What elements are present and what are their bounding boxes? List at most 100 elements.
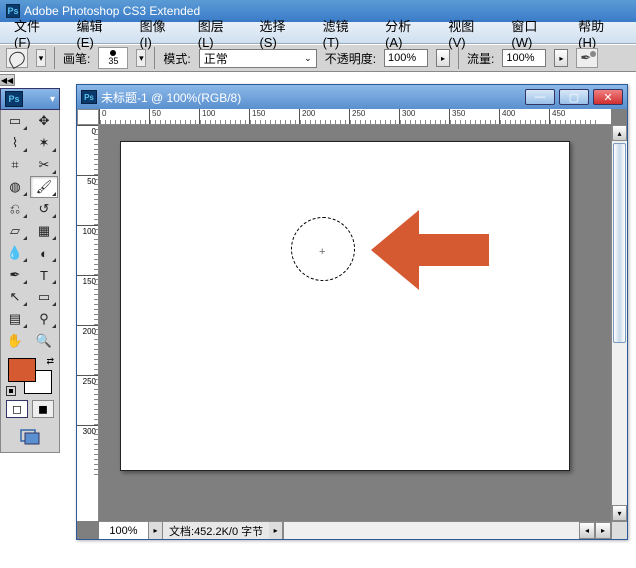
blend-mode-select[interactable]: 正常 ⌄ xyxy=(199,49,317,68)
scroll-up-button[interactable]: ▴ xyxy=(612,125,627,141)
menu-view[interactable]: 视图(V) xyxy=(438,14,501,52)
resize-handle[interactable] xyxy=(611,521,627,539)
move-tool[interactable]: ✥ xyxy=(30,110,58,132)
healing-brush-tool[interactable]: ◍ xyxy=(1,176,29,198)
collapse-arrows-icon: ◀◀ xyxy=(1,76,13,85)
menu-edit[interactable]: 编辑(E) xyxy=(66,14,129,52)
minimize-button[interactable]: — xyxy=(525,89,555,105)
ruler-tick: 100 xyxy=(77,225,98,275)
opacity-slider-button[interactable]: ▸ xyxy=(436,49,450,67)
separator xyxy=(154,47,155,69)
brush-picker[interactable]: 35 xyxy=(98,47,128,69)
maximize-button[interactable]: ▢ xyxy=(559,89,589,105)
crop-tool[interactable]: ⌗ xyxy=(1,154,29,176)
scroll-left-button[interactable]: ◂ xyxy=(579,522,595,539)
menu-image[interactable]: 图像(I) xyxy=(130,14,188,52)
document-title: 未标题-1 @ 100%(RGB/8) xyxy=(101,89,241,106)
zoom-value: 100% xyxy=(109,525,137,537)
status-bar: 100% ▸ 文档:452.2K/0 字节 ▸ ◂ ▸ xyxy=(99,521,611,539)
eraser-tool[interactable]: ▱ xyxy=(1,220,29,242)
shape-tool[interactable]: ▭ xyxy=(30,286,58,308)
lasso-tool[interactable]: ⌇ xyxy=(1,132,29,154)
tool-preset-picker[interactable] xyxy=(6,48,28,68)
panel-collapse-handle[interactable]: ◀◀ xyxy=(0,74,15,86)
scroll-right-button[interactable]: ▸ xyxy=(595,522,611,539)
swap-colors-icon[interactable]: ⇄ xyxy=(46,356,54,367)
ruler-corner[interactable] xyxy=(77,109,99,125)
pen-tool[interactable]: ✒ xyxy=(1,264,29,286)
slice-tool[interactable]: ✂ xyxy=(30,154,58,176)
separator xyxy=(54,47,55,69)
flow-input[interactable]: 100% xyxy=(502,49,546,67)
ruler-tick: 200 xyxy=(77,325,98,375)
crosshair-cursor-icon: + xyxy=(319,246,325,258)
path-select-tool[interactable]: ↖ xyxy=(1,286,29,308)
close-button[interactable]: ✕ xyxy=(593,89,623,105)
document-window: Ps 未标题-1 @ 100%(RGB/8) — ▢ ✕ 0 50 100 15… xyxy=(76,84,628,540)
status-dropdown[interactable]: ▸ xyxy=(269,522,283,539)
photoshop-mini-icon: Ps xyxy=(5,91,23,107)
foreground-color-swatch[interactable] xyxy=(8,358,36,382)
screen-mode-button[interactable] xyxy=(19,426,41,448)
status-text: 文档:452.2K/0 字节 xyxy=(163,523,269,539)
zoom-dropdown[interactable]: ▸ xyxy=(149,522,163,539)
ruler-tick: 150 xyxy=(77,275,98,325)
zoom-level-input[interactable]: 100% xyxy=(99,522,149,539)
flow-slider-button[interactable]: ▸ xyxy=(554,49,568,67)
eyedropper-tool[interactable]: ⚲ xyxy=(30,308,58,330)
menu-window[interactable]: 窗口(W) xyxy=(501,14,568,52)
notes-tool[interactable]: ▤ xyxy=(1,308,29,330)
flow-value: 100% xyxy=(506,52,534,64)
menu-file[interactable]: 文件(F) xyxy=(4,14,66,52)
gradient-tool[interactable]: ▦ xyxy=(30,220,58,242)
scroll-track[interactable] xyxy=(612,141,627,505)
brush-label: 画笔: xyxy=(63,50,90,67)
hand-tool[interactable]: ✋ xyxy=(1,330,29,352)
scroll-down-button[interactable]: ▾ xyxy=(612,505,627,521)
tool-preset-dropdown[interactable]: ▾ xyxy=(36,49,46,67)
standard-mode-button[interactable]: ◻ xyxy=(6,400,28,418)
color-swatches: ⇄ xyxy=(8,358,52,394)
marquee-tool[interactable]: ▭ xyxy=(1,110,29,132)
document-titlebar[interactable]: Ps 未标题-1 @ 100%(RGB/8) — ▢ ✕ xyxy=(77,85,627,109)
scroll-thumb[interactable] xyxy=(613,143,626,343)
clone-stamp-tool[interactable]: ⎌ xyxy=(1,198,29,220)
menu-layer[interactable]: 图层(L) xyxy=(188,14,250,52)
window-buttons: — ▢ ✕ xyxy=(525,89,623,105)
ruler-tick: 450 xyxy=(549,109,599,124)
ruler-tick: 300 xyxy=(77,425,98,475)
mode-label: 模式: xyxy=(163,50,190,67)
brush-picker-dropdown[interactable]: ▾ xyxy=(136,49,146,67)
opacity-input[interactable]: 100% xyxy=(384,49,428,67)
airbrush-toggle[interactable] xyxy=(576,48,598,68)
document-viewport[interactable]: + xyxy=(99,125,611,521)
vertical-scrollbar[interactable]: ▴ ▾ xyxy=(611,125,627,521)
separator xyxy=(458,47,459,69)
blur-tool[interactable]: 💧 xyxy=(1,242,29,264)
type-tool[interactable]: T xyxy=(30,264,58,286)
hscroll-track[interactable] xyxy=(283,522,579,539)
horizontal-ruler[interactable]: 0 50 100 150 200 250 300 350 400 450 xyxy=(99,109,611,125)
canvas[interactable]: + xyxy=(120,141,570,471)
menu-filter[interactable]: 滤镜(T) xyxy=(313,14,375,52)
opacity-label: 不透明度: xyxy=(325,50,376,67)
menu-bar: 文件(F) 编辑(E) 图像(I) 图层(L) 选择(S) 滤镜(T) 分析(A… xyxy=(0,22,636,44)
toolbox-menu-icon[interactable]: ▾ xyxy=(50,94,55,105)
quick-mask-row: ◻ ◼ xyxy=(6,400,54,418)
menu-analysis[interactable]: 分析(A) xyxy=(375,14,438,52)
brush-tool[interactable]: 🖌 xyxy=(30,176,58,198)
toolbox-panel: Ps ▾ ▭ ✥ ⌇ ✶ ⌗ ✂ ◍ 🖌 ⎌ ↺ ▱ ▦ 💧 ◐ ✒ T ↖ ▭… xyxy=(0,88,60,453)
default-colors-icon[interactable] xyxy=(6,386,16,396)
menu-select[interactable]: 选择(S) xyxy=(249,14,312,52)
screen-mode-icon xyxy=(20,429,40,445)
history-brush-tool[interactable]: ↺ xyxy=(30,198,58,220)
menu-help[interactable]: 帮助(H) xyxy=(568,14,632,52)
zoom-tool[interactable]: 🔍 xyxy=(30,330,58,352)
toolbox-tab[interactable]: Ps ▾ xyxy=(0,88,60,110)
chevron-down-icon: ⌄ xyxy=(304,53,312,64)
quick-mask-button[interactable]: ◼ xyxy=(32,400,54,418)
vertical-ruler[interactable]: 0 50 100 150 200 250 300 xyxy=(77,125,99,521)
document-icon: Ps xyxy=(81,90,97,104)
dodge-tool[interactable]: ◐ xyxy=(30,242,58,264)
quick-select-tool[interactable]: ✶ xyxy=(30,132,58,154)
